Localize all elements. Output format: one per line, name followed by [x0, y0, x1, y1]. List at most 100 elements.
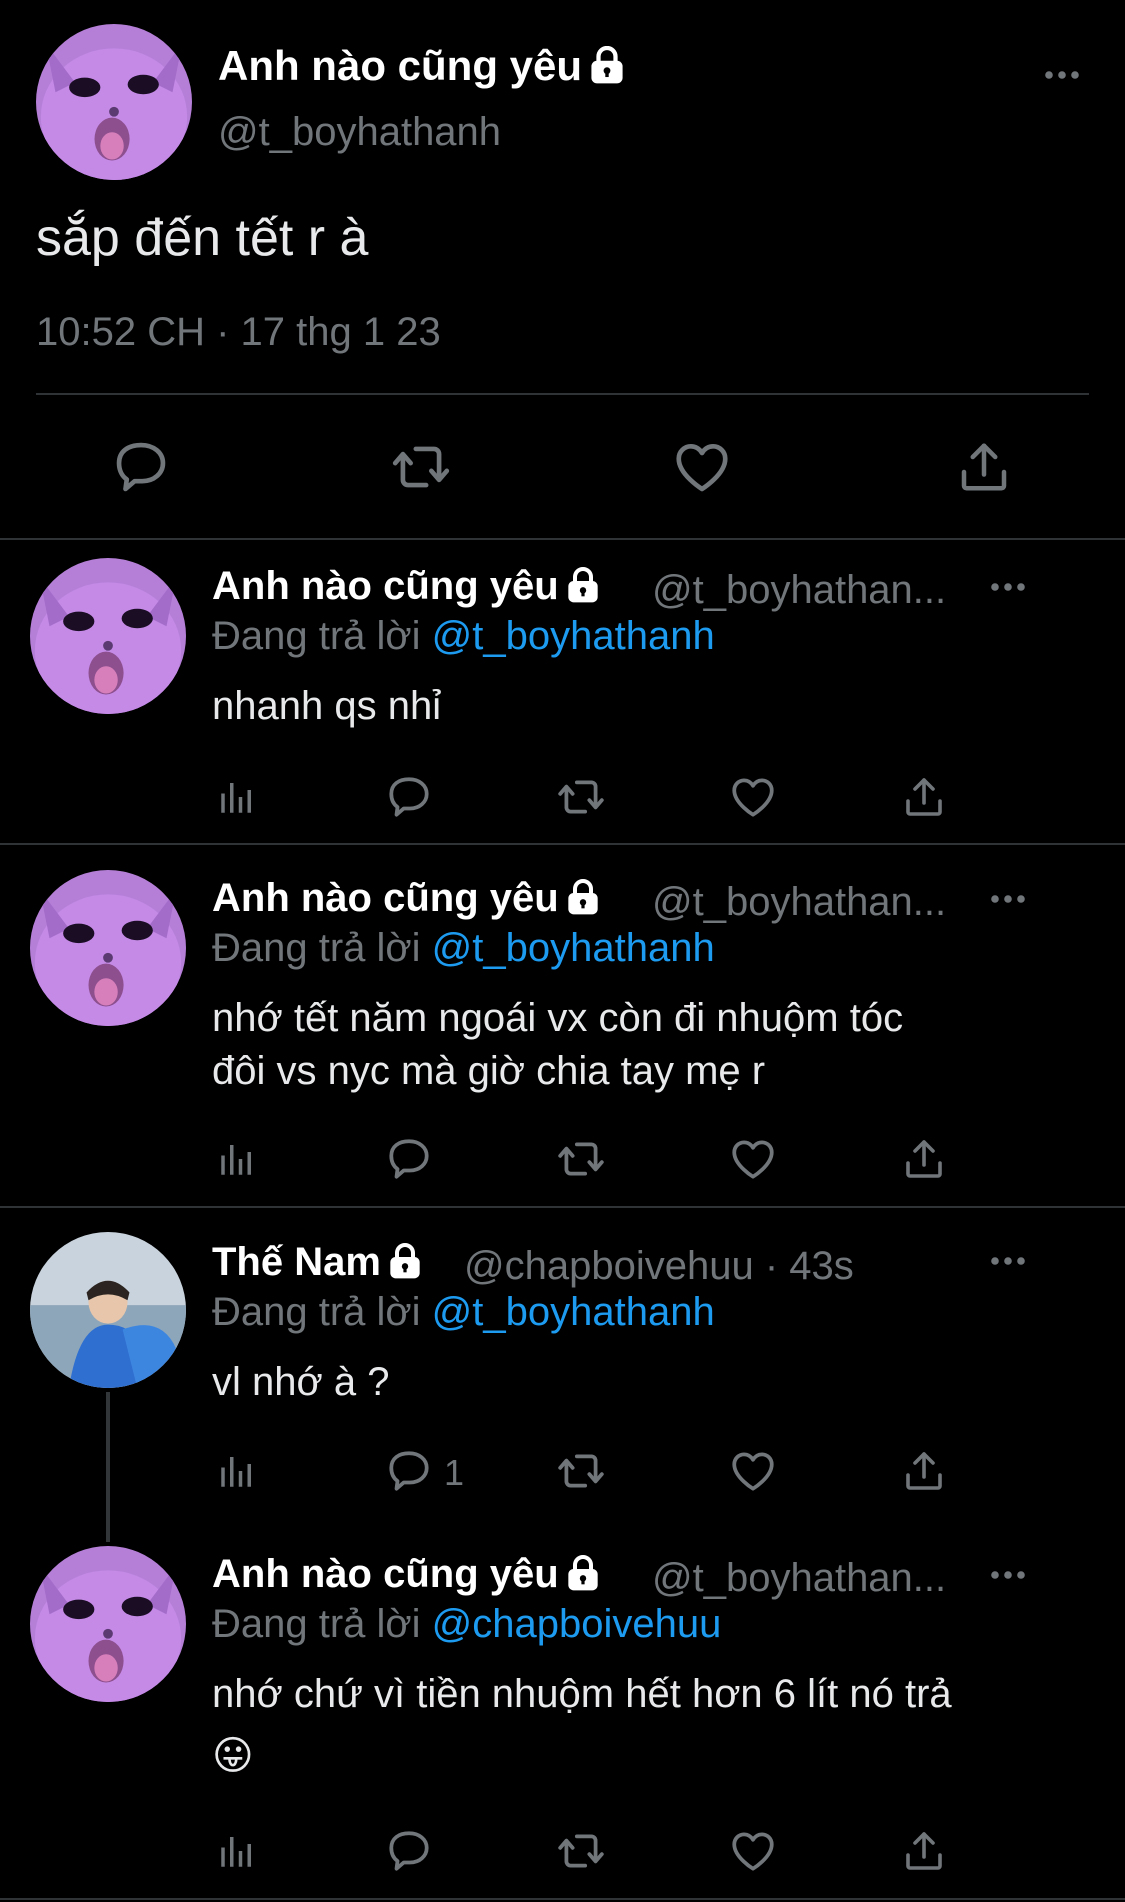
share-button[interactable] [900, 1446, 948, 1496]
reply-icon [384, 1134, 434, 1184]
retweet-button[interactable] [388, 436, 454, 498]
like-button[interactable] [728, 1134, 778, 1184]
divider [0, 843, 1125, 845]
display-name[interactable]: Thế Nam [212, 1240, 421, 1285]
like-button[interactable] [728, 772, 778, 822]
handle-text: @chapboivehuu [464, 1244, 754, 1288]
display-name-text: Thế Nam [212, 1240, 381, 1284]
views-button[interactable] [216, 1450, 258, 1492]
lock-icon [567, 567, 599, 603]
replying-to-label: Đang trả lời [212, 614, 421, 658]
like-icon [670, 436, 734, 498]
replying-to-label: Đang trả lời [212, 926, 421, 970]
tweet-timestamp[interactable]: 10:52 CH · 17 thg 1 23 [36, 310, 441, 355]
mention-link[interactable]: @t_boyhathanh [432, 614, 715, 658]
mention-link[interactable]: @t_boyhathanh [432, 1290, 715, 1334]
reply-icon [384, 1826, 434, 1876]
mention-link[interactable]: @chapboivehuu [432, 1602, 722, 1646]
divider [36, 393, 1089, 395]
like-icon [728, 1826, 778, 1876]
replying-to: Đang trả lời @chapboivehuu [212, 1602, 721, 1647]
display-name-text: Anh nào cũng yêu [212, 1552, 559, 1596]
handle[interactable]: @t_boyhathanh [218, 110, 501, 155]
views-icon [216, 1450, 258, 1492]
tweet-text-line: đôi vs nyc mà giờ chia tay mẹ r [212, 1049, 766, 1093]
more-icon[interactable] [990, 1570, 1026, 1580]
more-icon[interactable] [990, 1256, 1026, 1266]
tweet-text: sắp đến tết r à [36, 209, 369, 267]
avatar[interactable] [36, 24, 192, 180]
display-name[interactable]: Anh nào cũng yêu [212, 876, 599, 921]
reply-icon [384, 772, 434, 822]
like-icon [728, 1134, 778, 1184]
divider [0, 1898, 1125, 1900]
display-name[interactable]: Anh nào cũng yêu [212, 564, 599, 609]
purple-cat-avatar-image [30, 558, 186, 714]
retweet-button[interactable] [554, 1826, 608, 1876]
relative-time: · 43s [764, 1244, 854, 1288]
tweet-text-line: nhớ chứ vì tiền nhuộm hết hơn 6 lít nó t… [212, 1672, 952, 1716]
retweet-icon [554, 1446, 608, 1496]
replying-to-label: Đang trả lời [212, 1290, 421, 1334]
more-icon[interactable] [990, 894, 1026, 904]
handle[interactable]: @t_boyhathan... [652, 880, 946, 925]
retweet-button[interactable] [554, 1446, 608, 1496]
share-button[interactable] [900, 772, 948, 822]
like-button[interactable] [728, 1826, 778, 1876]
reply-count: 1 [444, 1452, 465, 1493]
avatar[interactable] [30, 1232, 186, 1388]
share-button[interactable] [954, 436, 1014, 498]
tweet-text: nhanh qs nhỉ [212, 684, 442, 728]
display-name[interactable]: Anh nào cũng yêu [212, 1552, 599, 1597]
handle[interactable]: @t_boyhathan... [652, 568, 946, 613]
reply-button[interactable] [384, 1134, 434, 1184]
retweet-icon [554, 1826, 608, 1876]
views-icon [216, 1138, 258, 1180]
reply-button[interactable] [384, 772, 434, 822]
views-button[interactable] [216, 1830, 258, 1872]
share-button[interactable] [900, 1826, 948, 1876]
lock-icon [389, 1243, 421, 1279]
mention-link[interactable]: @t_boyhathanh [432, 926, 715, 970]
divider [0, 538, 1125, 540]
purple-cat-avatar-image [30, 1546, 186, 1702]
display-name[interactable]: Anh nào cũng yêu [218, 42, 624, 90]
views-icon [216, 1830, 258, 1872]
more-icon[interactable] [1044, 70, 1080, 80]
share-icon [900, 772, 948, 822]
views-button[interactable] [216, 1138, 258, 1180]
more-icon[interactable] [990, 582, 1026, 592]
like-button[interactable] [670, 436, 734, 498]
reply-icon [384, 1446, 434, 1496]
avatar[interactable] [30, 870, 186, 1026]
display-name-text: Anh nào cũng yêu [218, 42, 583, 89]
reply-button[interactable] [384, 1446, 434, 1496]
share-icon [900, 1446, 948, 1496]
thread-line [106, 1392, 110, 1542]
share-button[interactable] [900, 1134, 948, 1184]
like-icon [728, 1446, 778, 1496]
display-name-text: Anh nào cũng yêu [212, 564, 559, 608]
lock-icon [567, 879, 599, 915]
avatar[interactable] [30, 558, 186, 714]
retweet-icon [554, 1134, 608, 1184]
reply-button[interactable] [384, 1826, 434, 1876]
handle[interactable]: @chapboivehuu · 43s [464, 1244, 854, 1289]
share-icon [900, 1826, 948, 1876]
views-button[interactable] [216, 776, 258, 818]
lock-icon [590, 46, 624, 84]
reply-button[interactable] [110, 436, 172, 498]
tweet-text: vl nhớ à ? [212, 1360, 390, 1404]
retweet-button[interactable] [554, 1134, 608, 1184]
retweet-icon [388, 436, 454, 498]
like-icon [728, 772, 778, 822]
replying-to: Đang trả lời @t_boyhathanh [212, 926, 715, 971]
avatar[interactable] [30, 1546, 186, 1702]
reply-icon [110, 436, 172, 498]
tweet-text-line: nhớ tết năm ngoái vx còn đi nhuộm tóc [212, 996, 904, 1040]
purple-cat-avatar-image [30, 870, 186, 1026]
handle[interactable]: @t_boyhathan... [652, 1556, 946, 1601]
retweet-button[interactable] [554, 772, 608, 822]
like-button[interactable] [728, 1446, 778, 1496]
tongue-emoji: 😛 [212, 1734, 254, 1778]
